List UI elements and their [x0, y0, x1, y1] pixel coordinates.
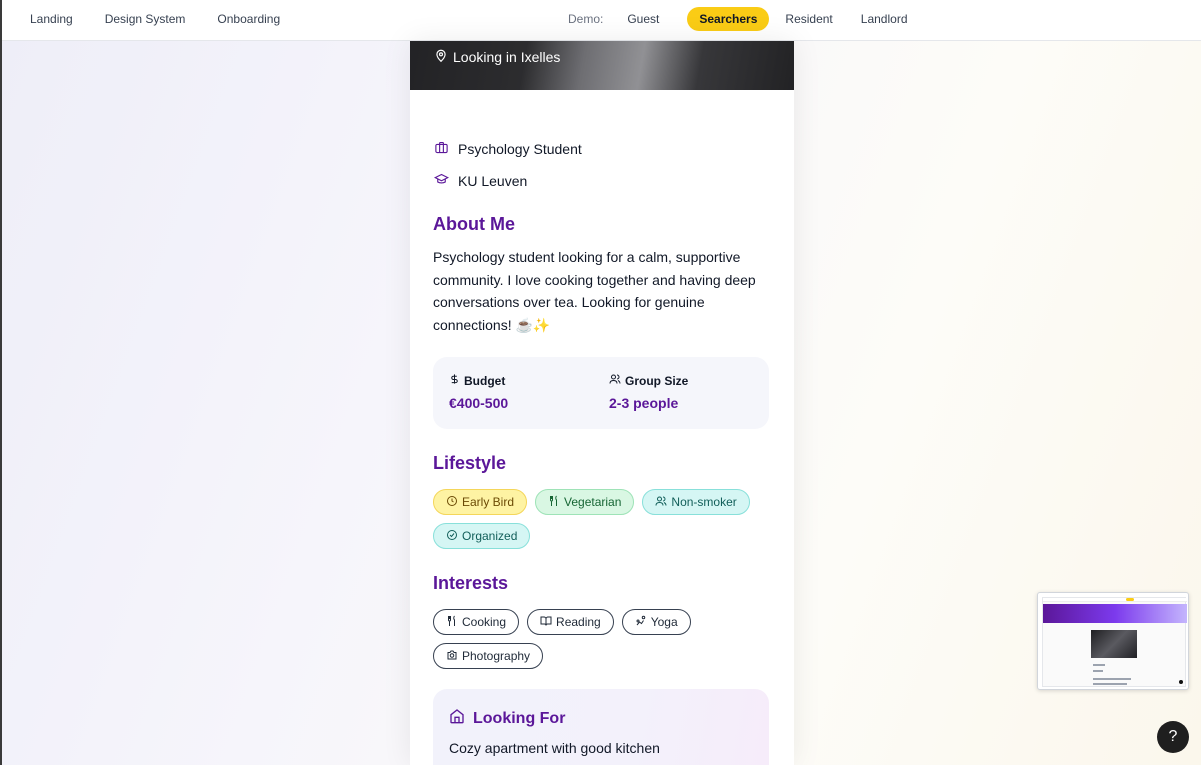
utensils-icon: [548, 495, 564, 510]
looking-for-panel: Looking For Cozy apartment with good kit…: [433, 689, 769, 765]
help-button[interactable]: ?: [1157, 721, 1189, 753]
top-navigation: Landing Design System Onboarding Demo: G…: [2, 0, 1201, 41]
budget-label: Budget: [464, 373, 506, 388]
lifestyle-tags-row2: Organized: [433, 523, 538, 549]
group-size-label: Group Size: [625, 373, 689, 388]
tag-early-bird: Early Bird: [433, 489, 528, 515]
map-pin-icon: [434, 48, 453, 66]
tag-organized: Organized: [433, 523, 531, 549]
tag-yoga: Yoga: [621, 609, 691, 635]
location-line: Looking in Ixelles: [434, 48, 560, 66]
dollar-icon: [449, 373, 464, 388]
lifestyle-tags: Early Bird Vegetarian Non-smoker: [433, 489, 758, 515]
utensils-icon: [446, 615, 462, 630]
demo-label: Demo:: [568, 12, 604, 26]
about-text: Psychology student looking for a calm, s…: [433, 249, 756, 333]
about-title: About Me: [433, 214, 515, 234]
nav-link-landing[interactable]: Landing: [30, 12, 73, 26]
occupation-text: Psychology Student: [458, 141, 582, 157]
tag-non-smoker: Non-smoker: [642, 489, 750, 515]
home-icon: [449, 708, 473, 729]
interest-tags: Cooking Reading Yoga: [433, 609, 699, 635]
role-guest[interactable]: Guest: [619, 7, 667, 31]
camera-icon: [446, 649, 462, 664]
graduation-cap-icon: [433, 172, 458, 190]
group-size-stat: Group Size 2-3 people: [609, 373, 689, 412]
interests-title: Interests: [433, 573, 509, 593]
nav-link-design-system[interactable]: Design System: [105, 12, 186, 26]
window-edge: [0, 0, 2, 765]
role-landlord[interactable]: Landlord: [853, 7, 916, 31]
location-text: Looking in Ixelles: [453, 49, 561, 65]
budget-stat: Budget €400-500: [449, 373, 509, 412]
role-searchers[interactable]: Searchers: [687, 7, 770, 31]
stats-panel: Budget €400-500 Group Size 2-3 people: [433, 357, 769, 429]
budget-value: €400-500: [449, 395, 509, 411]
users-icon: [655, 495, 671, 510]
users-icon: [609, 373, 625, 388]
yoga-icon: [635, 615, 651, 630]
school-text: KU Leuven: [458, 173, 528, 189]
tag-cooking: Cooking: [433, 609, 520, 635]
tag-photography: Photography: [433, 643, 544, 669]
nav-link-onboarding[interactable]: Onboarding: [217, 12, 280, 26]
check-circle-icon: [446, 529, 462, 544]
interest-tags-row2: Photography: [433, 643, 551, 669]
profile-hero-image: Looking in Ixelles: [410, 41, 794, 90]
book-open-icon: [540, 615, 556, 630]
looking-for-title: Looking For: [473, 709, 566, 727]
briefcase-icon: [433, 140, 458, 158]
nav-links: Landing Design System Onboarding: [30, 12, 312, 26]
clock-icon: [446, 495, 462, 510]
tag-vegetarian: Vegetarian: [535, 489, 635, 515]
group-size-value: 2-3 people: [609, 395, 679, 411]
role-resident[interactable]: Resident: [777, 7, 840, 31]
tag-reading: Reading: [527, 609, 614, 635]
occupation-row: Psychology Student: [433, 140, 582, 158]
page-preview-thumbnail[interactable]: [1037, 592, 1189, 690]
school-row: KU Leuven: [433, 172, 527, 190]
looking-for-text: Cozy apartment with good kitchen: [449, 740, 660, 756]
profile-card: Looking in Ixelles Psychology Student KU…: [410, 41, 794, 765]
demo-role-switcher: Demo: Guest Searchers Resident Landlord: [568, 7, 928, 31]
lifestyle-title: Lifestyle: [433, 453, 507, 473]
